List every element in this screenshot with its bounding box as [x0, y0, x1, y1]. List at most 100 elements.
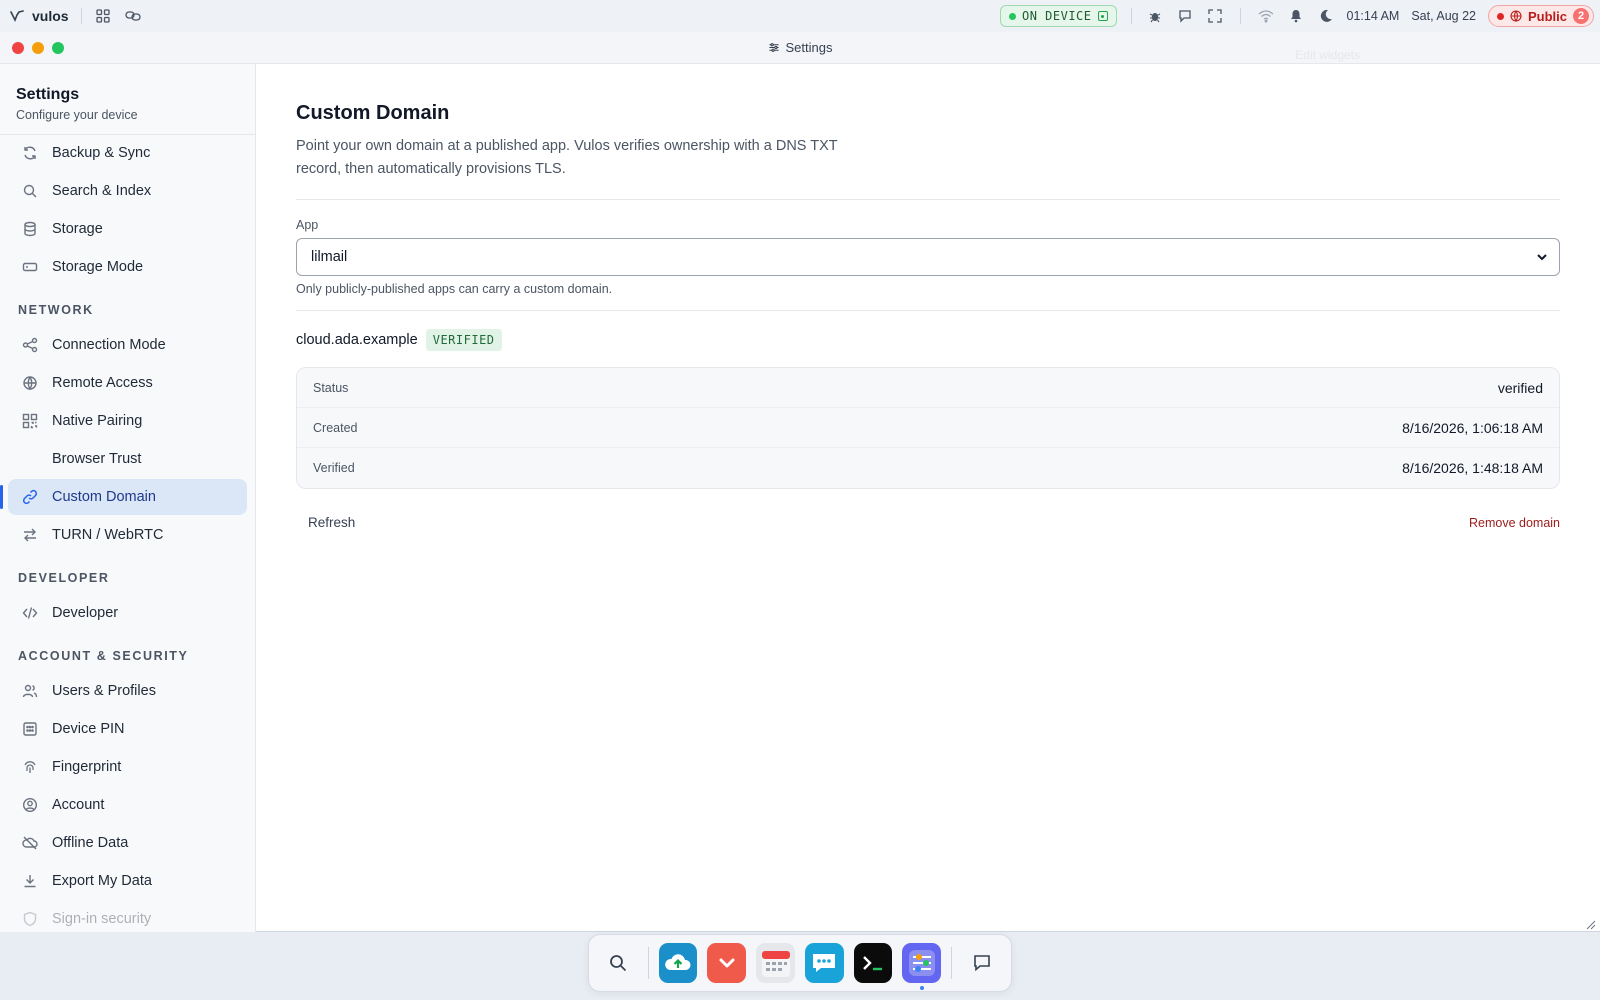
domain-header: cloud.ada.example VERIFIED — [296, 329, 1560, 351]
moon-icon[interactable] — [1317, 7, 1335, 25]
dock-settings-icon[interactable] — [902, 943, 942, 990]
divider — [296, 199, 1560, 200]
sidebar-item-label: Search & Index — [52, 183, 152, 199]
window-title-text: Settings — [785, 40, 833, 55]
sidebar-item-label: Browser Trust — [52, 451, 142, 467]
app-select-value: lilmail — [311, 249, 348, 265]
public-status-pill[interactable]: Public 2 — [1487, 5, 1594, 27]
sidebar-item-label: Users & Profiles — [52, 683, 156, 699]
sync-icon — [22, 145, 38, 161]
code-icon — [22, 605, 38, 621]
sidebar-item-users-profiles[interactable]: Users & Profiles — [8, 673, 247, 709]
window-titlebar[interactable]: Settings Edit widgets — [0, 32, 1600, 64]
database-icon — [22, 221, 38, 237]
status-dot — [1008, 12, 1016, 20]
divider — [296, 310, 1560, 311]
dock-calendar-icon[interactable] — [756, 943, 795, 983]
detail-value: verified — [1497, 379, 1543, 396]
sidebar-item-label: Export My Data — [52, 873, 152, 889]
remove-domain-button[interactable]: Remove domain — [1469, 516, 1560, 530]
sidebar-item-device-pin[interactable]: Device PIN — [8, 711, 247, 747]
blank-icon — [22, 451, 38, 467]
bell-icon[interactable] — [1287, 7, 1305, 25]
sidebar-item-connection-mode[interactable]: Connection Mode — [8, 327, 247, 363]
sidebar-item-label: Device PIN — [52, 721, 125, 737]
edit-widgets-link[interactable]: Edit widgets — [1295, 48, 1360, 62]
dock-cloud-upload-icon[interactable] — [658, 943, 698, 983]
sidebar-item-offline-data[interactable]: Offline Data — [8, 825, 247, 861]
vulos-logo-icon — [8, 7, 26, 25]
sidebar-item-label: Sign-in security — [52, 911, 152, 927]
bug-icon[interactable] — [1146, 7, 1164, 25]
divider — [80, 8, 82, 24]
link-chain-icon[interactable] — [124, 7, 142, 25]
globe-icon — [1510, 10, 1522, 22]
sidebar-item-backup-sync[interactable]: Backup & Sync — [8, 135, 247, 171]
window-controls — [0, 41, 64, 54]
resize-grip-icon[interactable] — [1586, 917, 1596, 930]
sidebar-item-fingerprint[interactable]: Fingerprint — [8, 749, 247, 785]
swap-arrows-icon — [22, 527, 38, 543]
minimize-window-button[interactable] — [32, 41, 44, 54]
sidebar-item-developer[interactable]: Developer — [8, 595, 247, 631]
sidebar-item-native-pairing[interactable]: Native Pairing — [8, 403, 247, 439]
grid-apps-icon[interactable] — [94, 7, 112, 25]
divider — [1239, 8, 1241, 24]
sidebar-subtitle: Configure your device — [16, 108, 138, 122]
sidebar-item-label: Developer — [52, 605, 119, 621]
sidebar-item-storage[interactable]: Storage — [8, 211, 247, 247]
fullscreen-icon[interactable] — [1206, 7, 1224, 25]
dock-pocket-icon[interactable] — [707, 943, 747, 983]
sidebar-section-network: NETWORK — [18, 303, 94, 317]
sidebar-item-label: Storage Mode — [52, 259, 144, 275]
on-device-indicator[interactable]: ON DEVICE — [999, 5, 1117, 27]
sidebar-nav: Backup & Sync Search & Index Storage Sto… — [0, 135, 255, 932]
dock-chat-icon[interactable] — [962, 943, 1001, 983]
detail-value: 8/16/2026, 1:06:18 AM — [1402, 419, 1543, 436]
maximize-window-button[interactable] — [52, 41, 64, 54]
keypad-icon — [22, 721, 38, 737]
sliders-icon — [768, 42, 780, 54]
sidebar-item-search-index[interactable]: Search & Index — [8, 173, 247, 209]
close-window-button[interactable] — [12, 41, 24, 54]
chip-icon — [1097, 11, 1108, 21]
dock-divider — [647, 947, 649, 979]
sidebar-item-remote-access[interactable]: Remote Access — [8, 365, 247, 401]
users-icon — [22, 683, 38, 699]
wifi-icon[interactable] — [1257, 7, 1275, 25]
app-field-label: App — [296, 218, 319, 232]
detail-value: 8/16/2026, 1:48:18 AM — [1402, 460, 1543, 476]
cloud-off-icon — [22, 835, 38, 851]
sidebar-item-label: Custom Domain — [52, 489, 156, 505]
brand[interactable]: vulos — [0, 7, 69, 25]
dock-terminal-icon[interactable] — [853, 943, 893, 983]
sidebar-item-label: Fingerprint — [52, 759, 122, 775]
sidebar-section-account-security: ACCOUNT & SECURITY — [18, 649, 189, 663]
sidebar-item-label: TURN / WebRTC — [52, 527, 164, 543]
detail-key: Status — [313, 380, 349, 395]
detail-row-verified: Verified 8/16/2026, 1:48:18 AM — [297, 448, 1559, 488]
sidebar-title: Settings — [16, 86, 80, 103]
app-dock — [588, 934, 1012, 992]
settings-sidebar: Settings Configure your device Backup & … — [0, 64, 256, 932]
search-icon — [22, 183, 38, 199]
chat-bubble-icon[interactable] — [1176, 7, 1194, 25]
sidebar-item-account[interactable]: Account — [8, 787, 247, 823]
sidebar-item-export-my-data[interactable]: Export My Data — [8, 863, 247, 899]
sidebar-item-custom-domain[interactable]: Custom Domain — [0, 479, 247, 515]
sidebar-item-browser-trust[interactable]: Browser Trust — [8, 441, 247, 477]
sidebar-item-storage-mode[interactable]: Storage Mode — [8, 249, 247, 285]
divider — [1130, 8, 1132, 24]
globe-icon — [22, 375, 38, 391]
sidebar-item-turn-webrtc[interactable]: TURN / WebRTC — [8, 517, 247, 553]
shield-icon — [22, 911, 38, 927]
dock-messages-icon[interactable] — [804, 943, 844, 983]
sidebar-item-label: Connection Mode — [52, 337, 166, 353]
sidebar-item-sign-in-security[interactable]: Sign-in security — [8, 901, 247, 932]
refresh-button[interactable]: Refresh — [296, 511, 367, 534]
dock-search-icon[interactable] — [599, 943, 638, 983]
settings-window: Settings Edit widgets Settings Configure… — [0, 32, 1600, 932]
app-field-hint: Only publicly-published apps can carry a… — [296, 282, 613, 296]
public-count-badge: 2 — [1573, 8, 1589, 24]
app-select[interactable]: lilmail — [296, 238, 1560, 276]
